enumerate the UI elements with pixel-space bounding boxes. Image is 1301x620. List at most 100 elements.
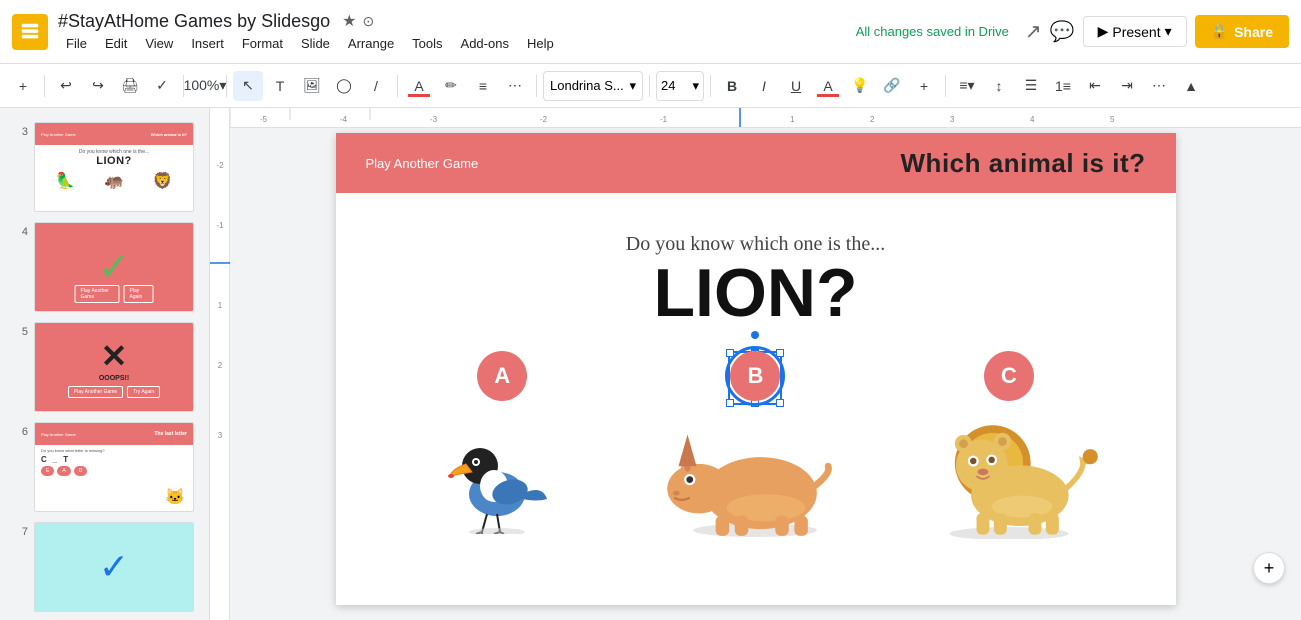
bold-button[interactable]: B xyxy=(717,71,747,101)
svg-text:3: 3 xyxy=(950,115,955,124)
question-text[interactable]: Do you know which one is the... xyxy=(626,233,885,256)
cursor-tool[interactable]: ↖ xyxy=(233,71,263,101)
svg-text:3: 3 xyxy=(218,431,223,440)
underline-button[interactable]: U xyxy=(781,71,811,101)
header-right-text[interactable]: Which animal is it? xyxy=(901,148,1146,179)
zoom-button[interactable]: + xyxy=(1253,552,1285,584)
font-size: 24 xyxy=(661,78,675,93)
font-size-select[interactable]: 24 ▾ xyxy=(656,71,704,101)
menu-edit[interactable]: Edit xyxy=(97,34,135,53)
animal-a-image xyxy=(412,409,592,539)
checkmark-icon: ✓ xyxy=(98,245,130,290)
menu-insert[interactable]: Insert xyxy=(183,34,232,53)
fill-color[interactable]: A xyxy=(404,71,434,101)
animal-c-image xyxy=(919,409,1099,539)
rhino-svg xyxy=(665,409,845,539)
activity-icon[interactable]: ↗ xyxy=(1025,19,1042,44)
menu-file[interactable]: File xyxy=(58,34,95,53)
svg-text:1: 1 xyxy=(790,115,795,124)
menu-addons[interactable]: Add-ons xyxy=(453,34,517,53)
lock-icon: 🔒 xyxy=(1211,23,1228,40)
svg-text:-4: -4 xyxy=(340,115,348,124)
menu-view[interactable]: View xyxy=(137,34,181,53)
svg-text:-5: -5 xyxy=(260,115,268,124)
link-button[interactable]: 🔗 xyxy=(877,71,907,101)
redo-button[interactable]: ↪ xyxy=(83,71,113,101)
print-button[interactable]: 🖨 xyxy=(115,71,145,101)
undo-button[interactable]: ↩ xyxy=(51,71,81,101)
option-a-letter[interactable]: A xyxy=(477,351,527,401)
present-button[interactable]: ▶ Present ▾ xyxy=(1083,16,1187,47)
cat-icon: 🐱 xyxy=(165,487,185,507)
toolbar-separator-1 xyxy=(44,75,45,97)
share-button[interactable]: 🔒 Share xyxy=(1195,15,1289,48)
zoom-plus-icon: + xyxy=(1264,558,1275,579)
slide-thumb-7[interactable]: 7 ✓ xyxy=(4,518,205,616)
lines-tool[interactable]: / xyxy=(361,71,391,101)
toolbar-separator-8 xyxy=(945,75,946,97)
slide-thumb-4[interactable]: 4 ✓ Play Another Game Play Again xyxy=(4,218,205,316)
font-select[interactable]: Londrina S... ▾ xyxy=(543,71,643,101)
line-color[interactable]: ✏ xyxy=(436,71,466,101)
toolbar-zoom-menu[interactable]: + xyxy=(8,71,38,101)
font-color[interactable]: A xyxy=(813,71,843,101)
highlight-color[interactable]: 💡 xyxy=(845,71,875,101)
indent-inc-button[interactable]: ⇥ xyxy=(1112,71,1142,101)
present-chevron[interactable]: ▾ xyxy=(1165,23,1172,40)
line-dash[interactable]: ⋯ xyxy=(500,71,530,101)
line-spacing-button[interactable]: ↕ xyxy=(984,71,1014,101)
image-tool[interactable]: 🖼 xyxy=(297,71,327,101)
slide-thumb-3[interactable]: 3 Play Another Game Which animal is it? … xyxy=(4,118,205,216)
svg-text:-3: -3 xyxy=(430,115,438,124)
toucan-svg xyxy=(422,414,582,534)
text-box-tool[interactable]: T xyxy=(265,71,295,101)
comments-icon[interactable]: 💬 xyxy=(1050,19,1075,44)
sel-rotate-handle[interactable] xyxy=(751,331,759,339)
bullet-list-button[interactable]: ☰ xyxy=(1016,71,1046,101)
option-c-col: C xyxy=(919,351,1099,539)
italic-button[interactable]: I xyxy=(749,71,779,101)
toolbar-collapse[interactable]: ▲ xyxy=(1176,71,1206,101)
option-c-letter[interactable]: C xyxy=(984,351,1034,401)
share-label: Share xyxy=(1234,24,1273,40)
svg-text:1: 1 xyxy=(218,301,223,310)
indent-dec-button[interactable]: ⇤ xyxy=(1080,71,1110,101)
font-name: Londrina S... xyxy=(550,78,624,93)
more-options[interactable]: ⋯ xyxy=(1144,71,1174,101)
toolbar-separator-3 xyxy=(226,75,227,97)
slide-thumb-5[interactable]: 5 ✕ OOOPS!! Play Another Game Try Again xyxy=(4,318,205,416)
spell-check-button[interactable]: ✓ xyxy=(147,71,177,101)
toolbar-separator-4 xyxy=(397,75,398,97)
star-icon[interactable]: ★ xyxy=(342,11,356,31)
doc-title[interactable]: #StayAtHome Games by Slidesgo xyxy=(58,11,330,32)
svg-text:5: 5 xyxy=(1110,115,1115,124)
slide-thumb-6[interactable]: 6 Play Another Game The last letter Do y… xyxy=(4,418,205,516)
menu-slide[interactable]: Slide xyxy=(293,34,338,53)
autosave-status: All changes saved in Drive xyxy=(856,24,1009,39)
comment-button[interactable]: + xyxy=(909,71,939,101)
slide-preview-7: ✓ xyxy=(34,522,194,612)
shapes-tool[interactable]: ◯ xyxy=(329,71,359,101)
svg-text:2: 2 xyxy=(870,115,875,124)
answer-word[interactable]: LION? xyxy=(654,256,858,331)
sel-handle-tl xyxy=(726,349,734,357)
toolbar-separator-5 xyxy=(536,75,537,97)
history-icon[interactable]: ⊙ xyxy=(362,13,374,30)
menu-tools[interactable]: Tools xyxy=(404,34,450,53)
present-icon: ▶ xyxy=(1098,23,1109,40)
menu-help[interactable]: Help xyxy=(519,34,562,53)
menu-arrange[interactable]: Arrange xyxy=(340,34,402,53)
slide-header: Play Another Game Which animal is it? xyxy=(336,133,1176,193)
menu-format[interactable]: Format xyxy=(234,34,291,53)
header-left-text[interactable]: Play Another Game xyxy=(366,156,479,171)
ruler-vertical: -2 -1 1 2 3 xyxy=(210,108,230,620)
lion-svg xyxy=(919,409,1099,539)
zoom-select[interactable]: 100%▾ xyxy=(190,71,220,101)
line-weight[interactable]: ≡ xyxy=(468,71,498,101)
align-button[interactable]: ≡▾ xyxy=(952,71,982,101)
slide-num-4: 4 xyxy=(12,222,28,238)
svg-text:-2: -2 xyxy=(216,161,224,170)
option-b-letter[interactable]: B xyxy=(730,351,780,401)
numbered-list-button[interactable]: 1≡ xyxy=(1048,71,1078,101)
slide-num-6: 6 xyxy=(12,422,28,438)
